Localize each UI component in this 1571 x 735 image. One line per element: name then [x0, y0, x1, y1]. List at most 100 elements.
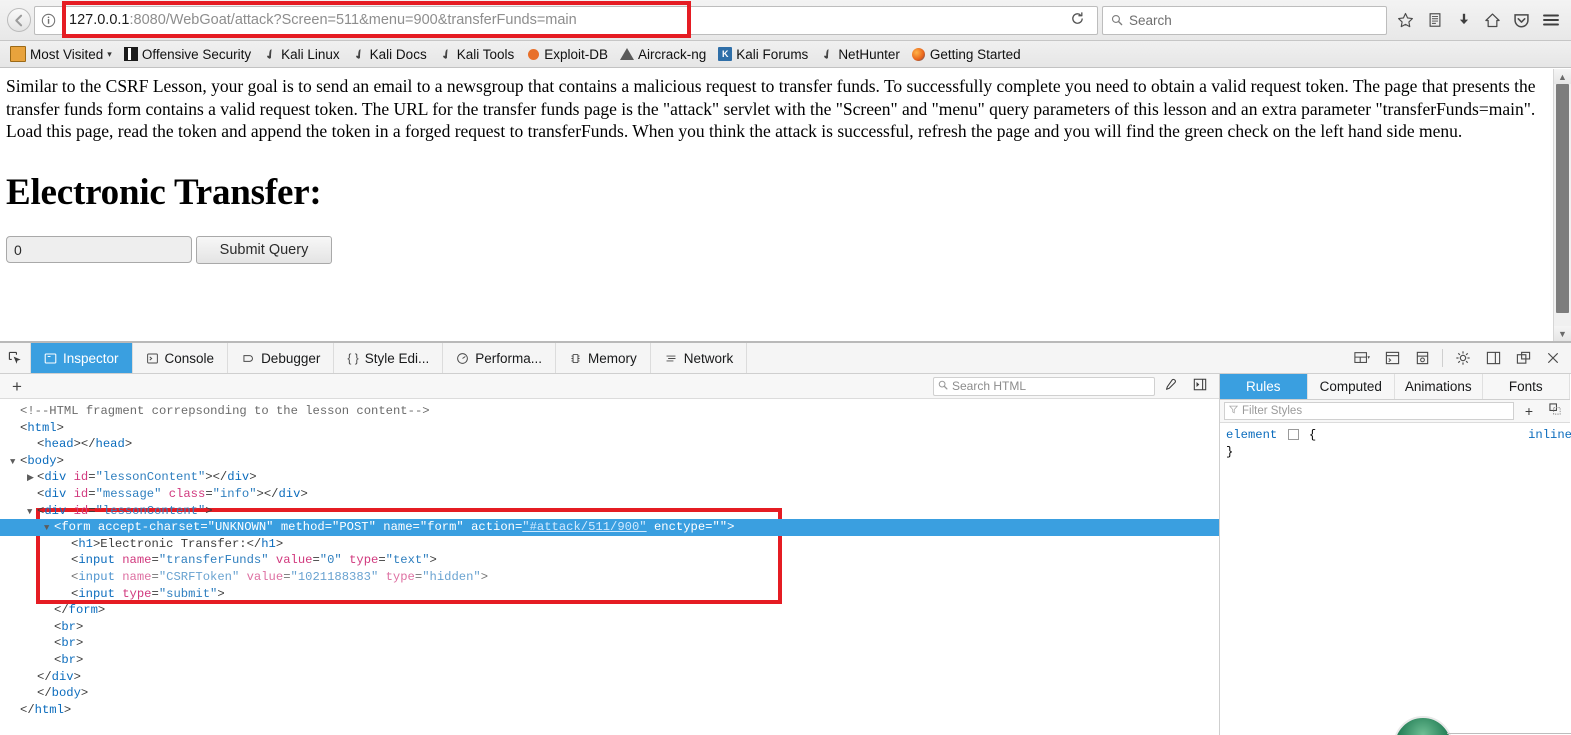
markup-row[interactable]: <div id="message" class="info"></div> — [0, 486, 1219, 503]
markup-row[interactable]: </html> — [0, 702, 1219, 719]
markup-row[interactable]: <!--HTML fragment correpsonding to the l… — [0, 403, 1219, 420]
tab-label: Style Edi... — [364, 350, 430, 366]
tab-performance[interactable]: Performa... — [443, 343, 557, 373]
bookmark-getting-started[interactable]: Getting Started — [906, 46, 1027, 63]
tab-console[interactable]: Console — [133, 343, 229, 373]
markup-row[interactable]: </form> — [0, 602, 1219, 619]
markup-tree[interactable]: <!--HTML fragment correpsonding to the l… — [0, 399, 1219, 735]
close-icon[interactable] — [1539, 344, 1567, 372]
markup-row[interactable]: ▼ <body> — [0, 453, 1219, 470]
tab-inspector[interactable]: Inspector — [31, 343, 133, 373]
wrench-icon: ✔ — [818, 44, 837, 64]
search-icon — [1103, 14, 1129, 26]
tab-label: Fonts — [1508, 379, 1543, 394]
tab-animations[interactable]: Animations — [1395, 374, 1483, 399]
filter-icon — [1228, 405, 1239, 417]
scroll-down-icon[interactable]: ▼ — [1554, 326, 1571, 341]
markup-row[interactable]: <br> — [0, 619, 1219, 636]
markup-row[interactable]: <br> — [0, 652, 1219, 669]
plus-icon[interactable]: + — [4, 378, 30, 395]
rule-toggle-checkbox[interactable] — [1287, 429, 1299, 441]
filter-styles-input[interactable]: Filter Styles — [1224, 402, 1514, 420]
markup-row[interactable]: </body> — [0, 685, 1219, 702]
markup-row[interactable]: <head></head> — [0, 436, 1219, 453]
markup-row[interactable]: ▼ <div id="lessonContent"> — [0, 503, 1219, 520]
rule-source-link[interactable]: inline — [1528, 427, 1571, 444]
markup-row[interactable]: ▶ <div id="lessonContent"></div> — [0, 469, 1219, 486]
hamburger-menu-icon[interactable] — [1536, 6, 1565, 34]
dock-separate-icon[interactable] — [1509, 344, 1537, 372]
tab-network[interactable]: Network — [651, 343, 748, 373]
info-icon[interactable] — [35, 8, 61, 33]
markup-row[interactable]: <br> — [0, 635, 1219, 652]
search-placeholder: Search — [1129, 12, 1172, 28]
reload-icon[interactable] — [1062, 11, 1093, 30]
search-html-input[interactable]: Search HTML — [933, 376, 1155, 396]
rules-body[interactable]: element { inline } — [1220, 423, 1571, 735]
twisty-closed-icon[interactable]: ▶ — [27, 470, 37, 487]
split-console-icon[interactable] — [1378, 344, 1406, 372]
twisty-open-icon[interactable]: ▼ — [10, 454, 20, 471]
bookmark-label: Exploit-DB — [544, 46, 609, 62]
pseudo-class-icon[interactable] — [1544, 403, 1566, 419]
bookmark-kali-forums[interactable]: K Kali Forums — [712, 46, 814, 63]
library-icon[interactable] — [1420, 6, 1449, 34]
tab-fonts[interactable]: Fonts — [1483, 374, 1570, 399]
bookmark-star-icon[interactable] — [1391, 6, 1420, 34]
bookmark-label: Getting Started — [929, 46, 1021, 62]
tab-debugger[interactable]: Debugger — [228, 343, 335, 373]
url-bar[interactable]: 127.0.0.1:8080/WebGoat/attack?Screen=511… — [34, 0, 1098, 38]
rule-close-line: } — [1226, 444, 1234, 459]
markup-toolbar: + Search HTML — [0, 374, 1219, 399]
console-icon — [146, 352, 159, 365]
tab-rules[interactable]: Rules — [1220, 374, 1308, 399]
home-icon[interactable] — [1478, 6, 1507, 34]
dock-side-icon[interactable] — [1479, 344, 1507, 372]
bookmark-nethunter[interactable]: ✔ NetHunter — [814, 44, 906, 64]
bookmark-aircrack-ng[interactable]: Aircrack-ng — [614, 46, 712, 63]
scroll-up-icon[interactable]: ▲ — [1554, 69, 1571, 84]
tab-computed[interactable]: Computed — [1308, 374, 1395, 399]
downloads-icon[interactable] — [1449, 6, 1478, 34]
tab-memory[interactable]: Memory — [556, 343, 651, 373]
bookmarks-bar: Most Visited ▾ Offensive Security ✔ Kali… — [0, 41, 1571, 68]
transfer-funds-input[interactable] — [6, 236, 192, 264]
bookmark-kali-tools[interactable]: ✔ Kali Tools — [433, 45, 521, 64]
element-picker-icon[interactable] — [0, 343, 31, 373]
markup-row-selected[interactable]: ▼ <form accept-charset="UNKNOWN" method="… — [0, 519, 1219, 536]
bookmark-most-visited[interactable]: Most Visited ▾ — [4, 45, 118, 63]
markup-row[interactable]: <h1>Electronic Transfer:</h1> — [0, 536, 1219, 553]
style-editor-icon: { } — [347, 351, 359, 365]
tab-style-editor[interactable]: { } Style Edi... — [334, 343, 444, 373]
expand-pane-icon[interactable] — [1185, 378, 1215, 394]
twisty-open-icon[interactable]: ▼ — [27, 504, 37, 521]
tab-label: Debugger — [261, 350, 321, 366]
submit-query-button[interactable]: Submit Query — [196, 235, 332, 264]
markup-pane: + Search HTML <!--HTML fragment correpso… — [0, 374, 1220, 735]
markup-row[interactable]: <input name="CSRFToken" value="102118838… — [0, 569, 1219, 586]
bookmark-kali-linux[interactable]: ✔ Kali Linux — [257, 45, 346, 64]
devtools-toolbar-actions — [1348, 343, 1571, 373]
bookmark-offensive-security[interactable]: Offensive Security — [118, 46, 257, 63]
bookmark-exploit-db[interactable]: Exploit-DB — [520, 46, 614, 63]
markup-row[interactable]: <input name="transferFunds" value="0" ty… — [0, 552, 1219, 569]
bookmark-label: Kali Forums — [736, 46, 809, 62]
markup-row[interactable]: </div> — [0, 669, 1219, 686]
back-button[interactable] — [6, 7, 32, 33]
tab-label: Console — [164, 350, 215, 366]
filter-row: Filter Styles + — [1220, 400, 1570, 423]
folder-icon — [10, 46, 26, 62]
eyedropper-icon[interactable] — [1155, 378, 1185, 395]
pocket-icon[interactable] — [1507, 6, 1536, 34]
screenshot-icon[interactable] — [1408, 344, 1436, 372]
settings-gear-icon[interactable] — [1449, 344, 1477, 372]
bookmark-kali-docs[interactable]: ✔ Kali Docs — [346, 45, 433, 64]
markup-row[interactable]: <input type="submit"> — [0, 586, 1219, 603]
responsive-design-mode-icon[interactable] — [1348, 344, 1376, 372]
twisty-open-icon[interactable]: ▼ — [44, 520, 54, 537]
search-bar[interactable]: Search — [1102, 5, 1387, 35]
markup-row[interactable]: <html> — [0, 420, 1219, 437]
page-scrollbar[interactable]: ▲ ▼ — [1553, 69, 1571, 341]
plus-icon[interactable]: + — [1518, 403, 1540, 419]
scrollbar-thumb[interactable] — [1556, 84, 1569, 313]
